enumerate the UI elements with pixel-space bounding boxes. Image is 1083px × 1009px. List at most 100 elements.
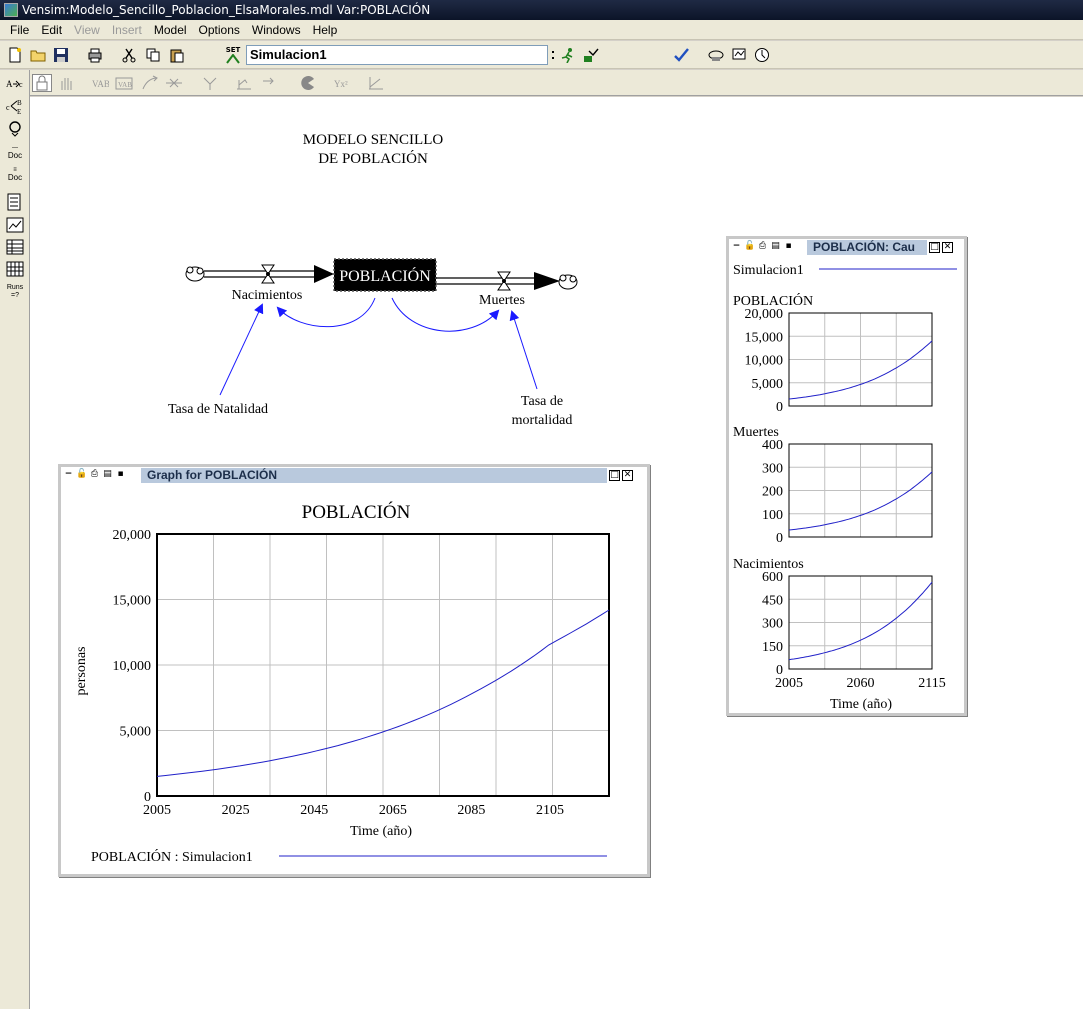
variable-tool-icon[interactable]: VAB (90, 74, 110, 92)
copy-icon[interactable] (144, 46, 162, 64)
check-model-icon[interactable] (672, 46, 690, 64)
title-bar[interactable]: Vensim:Modelo_Sencillo_Poblacion_ElsaMor… (0, 0, 1083, 20)
print-icon[interactable]: ⎙ (89, 469, 100, 481)
minimize-icon[interactable]: − (731, 241, 742, 253)
causes-strip-window[interactable]: − 🔓 ⎙ ▤ ▪ POBLACIÓN: Cau □ ✕ Simulacion1… (726, 236, 967, 716)
causes-strip-icon[interactable] (5, 192, 25, 212)
minimize-icon[interactable]: − (63, 469, 74, 481)
delete-pacman-icon[interactable] (298, 74, 318, 92)
comment-icon[interactable] (260, 74, 280, 92)
close-icon[interactable]: ✕ (942, 241, 953, 253)
sensitivity-icon[interactable] (730, 46, 748, 64)
y-tick-label: 100 (762, 508, 783, 523)
menu-options[interactable]: Options (193, 20, 246, 40)
y-tick-label: 10,000 (745, 354, 784, 369)
print-icon[interactable] (86, 46, 104, 64)
mortalidad-to-muertes-arrow[interactable] (509, 310, 538, 390)
x-tick-label: 2005 (143, 803, 171, 818)
y-tick-label: 15,000 (113, 594, 152, 609)
save-icon[interactable]: ▪ (115, 469, 126, 481)
uses-tree-icon[interactable]: cBE (5, 96, 25, 116)
poblacion-stock-label: POBLACIÓN (339, 266, 431, 285)
lock-icon[interactable]: 🔓 (744, 241, 755, 253)
save-icon[interactable] (52, 46, 70, 64)
input-output-icon[interactable] (234, 74, 254, 92)
natalidad-to-nacimientos-arrow[interactable] (219, 303, 264, 396)
y-tick-label: 20,000 (745, 307, 784, 322)
menu-file[interactable]: File (4, 20, 35, 40)
set-label: SET (225, 45, 241, 54)
synthesim-icon[interactable] (582, 46, 600, 64)
causes-tree-icon[interactable]: Ac (5, 74, 25, 94)
svg-text:Yx²: Yx² (334, 79, 348, 89)
graph-window[interactable]: − 🔓 ⎙ ▤ ▪ Graph for POBLACIÓN □ ✕ POBLAC… (58, 464, 650, 877)
reference-mode-icon[interactable] (366, 74, 386, 92)
box-variable-icon[interactable]: VAB (114, 74, 134, 92)
graph-legend-label: POBLACIÓN : Simulacion1 (91, 848, 253, 865)
menu-view[interactable]: View (68, 20, 106, 40)
lock-icon[interactable]: 🔓 (76, 469, 87, 481)
table-time-down-icon[interactable] (5, 259, 25, 279)
paste-icon[interactable] (168, 46, 186, 64)
menu-model[interactable]: Model (148, 20, 193, 40)
y-tick-label: 5,000 (752, 377, 784, 392)
x-tick-label: 2105 (536, 803, 564, 818)
runs-compare-icon[interactable]: Runs =? (5, 282, 25, 302)
tasa-mortalidad-label-2[interactable]: mortalidad (512, 413, 573, 428)
graph-window-caption: Graph for POBLACIÓN (141, 467, 607, 483)
clipboard-icon[interactable]: ▤ (102, 469, 113, 481)
outflow-pipe (436, 272, 560, 290)
graph-window-titlebar[interactable]: − 🔓 ⎙ ▤ ▪ Graph for POBLACIÓN □ ✕ (61, 467, 647, 483)
open-folder-icon[interactable] (29, 46, 47, 64)
menu-windows[interactable]: Windows (246, 20, 307, 40)
svg-text:VAB: VAB (118, 81, 132, 89)
maximize-icon[interactable]: □ (929, 241, 940, 253)
y-tick-label: 0 (776, 400, 783, 415)
document-all-icon[interactable]: ≡ Doc (5, 164, 25, 184)
print-icon[interactable]: ⎙ (757, 241, 768, 253)
nacimientos-label[interactable]: Nacimientos (232, 288, 303, 303)
y-tick-label: 200 (762, 485, 783, 500)
strip-xlabel: Time (año) (830, 697, 892, 711)
optimize-icon[interactable] (753, 46, 771, 64)
tasa-mortalidad-label-1[interactable]: Tasa de (521, 394, 563, 409)
tasa-natalidad-label[interactable]: Tasa de Natalidad (168, 402, 268, 417)
move-hand-icon[interactable] (56, 74, 76, 92)
poblacion-stock[interactable]: POBLACIÓN (333, 258, 437, 292)
cut-icon[interactable] (120, 46, 138, 64)
nacimientos-valve[interactable] (261, 264, 275, 284)
run-name-input[interactable]: Simulacion1 (246, 45, 548, 65)
save-icon[interactable]: ▪ (783, 241, 794, 253)
menu-edit[interactable]: Edit (35, 20, 68, 40)
x-tick-label: 2045 (300, 803, 328, 818)
svg-text:c: c (6, 103, 10, 112)
y-tick-label: 10,000 (113, 659, 152, 674)
vensim-app-icon (4, 3, 18, 17)
y-tick-label: 5,000 (120, 725, 152, 740)
main-toolbar: SET Simulacion1 (0, 41, 1083, 69)
doc-all-label: Doc (7, 173, 23, 182)
analysis-toolbar: Ac cBE — Doc ≡ Doc Runs =? (0, 70, 30, 1009)
muertes-valve[interactable] (497, 271, 511, 291)
document-icon[interactable]: — Doc (5, 142, 25, 162)
muertes-label[interactable]: Muertes (479, 293, 525, 308)
maximize-icon[interactable]: □ (609, 469, 620, 481)
reality-check-icon[interactable] (707, 46, 725, 64)
loops-icon[interactable] (5, 118, 25, 138)
lock-sketch-icon[interactable] (32, 74, 52, 92)
clipboard-icon[interactable]: ▤ (770, 241, 781, 253)
rate-tool-icon[interactable] (164, 74, 184, 92)
equations-icon[interactable]: Yx² (332, 74, 352, 92)
simulate-runner-icon[interactable] (559, 46, 577, 64)
graph-tool-icon[interactable] (5, 215, 25, 235)
close-icon[interactable]: ✕ (622, 469, 633, 481)
menu-insert[interactable]: Insert (106, 20, 148, 40)
strip-legend-label: Simulacion1 (733, 263, 804, 278)
new-file-icon[interactable] (6, 46, 24, 64)
set-run-icon[interactable]: SET (224, 46, 242, 64)
causes-window-titlebar[interactable]: − 🔓 ⎙ ▤ ▪ POBLACIÓN: Cau □ ✕ (729, 239, 964, 255)
menu-help[interactable]: Help (307, 20, 344, 40)
shadow-variable-icon[interactable] (200, 74, 220, 92)
table-tool-icon[interactable] (5, 237, 25, 257)
arrow-tool-icon[interactable] (140, 74, 160, 92)
